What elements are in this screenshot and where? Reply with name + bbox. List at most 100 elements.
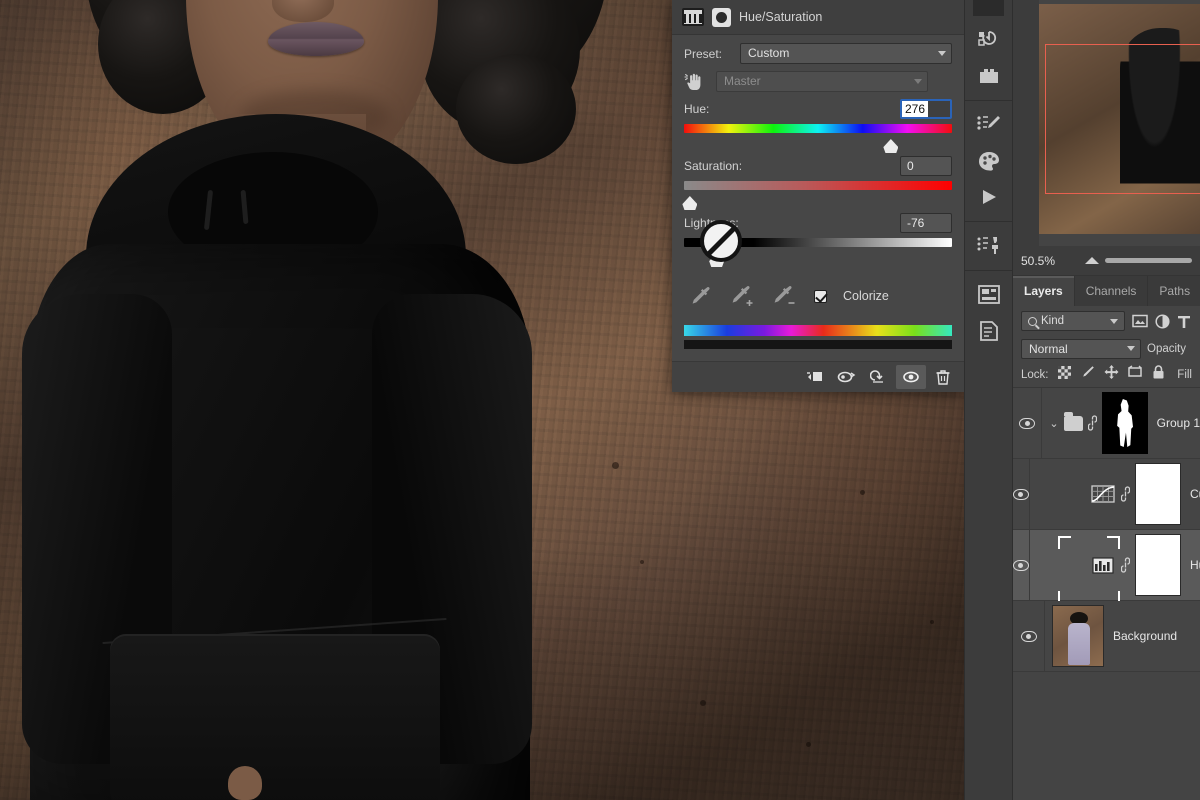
panel-header: Hue/Saturation [672,0,964,35]
opacity-label: Opacity [1147,343,1186,355]
lightness-value-input[interactable]: -76 [900,213,952,233]
blend-mode-dropdown[interactable]: Normal [1021,339,1141,359]
lock-label: Lock: [1021,369,1049,381]
blend-mode-value[interactable]: Normal [1021,339,1141,359]
toggle-layer-visibility-button[interactable] [896,365,926,389]
eye-icon [1019,418,1035,429]
eye-icon [1013,560,1029,571]
white-layer-mask[interactable] [1135,463,1181,525]
layer-visibility-toggle[interactable] [1013,601,1045,671]
zoom-slider-track[interactable] [1105,258,1192,263]
filter-type-icon[interactable] [1177,314,1191,329]
colorize-label: Colorize [843,289,889,303]
clone-source-panel-icon[interactable] [965,228,1013,264]
panel-footer-toolbar [672,361,964,392]
adjustment-properties-icon [682,8,704,26]
reset-adjustment-button[interactable] [864,365,894,389]
filter-kind-label: Kind [1041,315,1064,327]
layer-list[interactable]: ⌄ Group 1 [1013,387,1200,672]
channel-dropdown[interactable]: Master [716,71,928,92]
saturation-value-input[interactable]: 0 [900,156,952,176]
hue-spectrum-bar-bottom[interactable] [684,340,952,349]
eyedropper-sample-icon[interactable] [688,285,714,307]
thumbnail-body [1068,623,1090,665]
clip-to-layer-icon[interactable] [712,8,731,27]
tab-channels[interactable]: Channels [1075,276,1149,306]
table-row[interactable]: Hu [1013,530,1200,601]
layer-name[interactable]: Cu [1190,487,1200,501]
adobe-stock-panel-icon[interactable] [965,58,1013,94]
table-row[interactable]: Cu [1013,459,1200,530]
rail-top-strip [973,0,1004,16]
layer-visibility-toggle[interactable] [1013,459,1030,529]
libraries-panel-icon[interactable] [965,277,1013,313]
zoom-mountain-icon [1085,257,1099,264]
saturation-slider-track[interactable] [684,181,952,190]
hue-slider-thumb[interactable] [883,139,898,153]
lock-all-icon[interactable] [1152,365,1165,385]
swatches-panel-icon[interactable] [965,143,1013,179]
zoom-slider-bar[interactable]: 50.5% [1013,246,1200,276]
table-row[interactable]: ⌄ Group 1 [1013,388,1200,459]
layer-name[interactable]: Background [1113,629,1177,643]
eyedropper-subtract-icon[interactable] [772,285,798,307]
layer-filter-row: Kind [1013,306,1200,336]
hue-value-input[interactable]: 276 [900,99,952,119]
history-panel-icon[interactable] [965,22,1013,58]
hue-label: Hue: [684,102,709,116]
layer-name[interactable]: Hu [1190,558,1200,572]
layer-visibility-toggle[interactable] [1013,388,1042,458]
on-image-adjustment-hand-icon[interactable] [684,72,708,92]
link-icon[interactable] [1121,486,1130,502]
no-entry-cursor [700,220,742,262]
white-layer-mask[interactable] [1135,534,1181,596]
group-layer-mask-thumbnail[interactable] [1102,392,1148,454]
panel-tab-bar[interactable]: Layers Channels Paths [1013,276,1200,306]
link-icon[interactable] [1088,415,1097,431]
navigator-viewbox[interactable] [1045,44,1200,194]
person-silhouette-mask [1114,399,1136,447]
zoom-level-value[interactable]: 50.5% [1013,254,1077,268]
layers-panel[interactable]: 50.5% Layers Channels Paths Kind [1012,246,1200,800]
filter-adjustment-icon[interactable] [1155,314,1170,329]
colorize-checkbox[interactable] [814,290,827,303]
curves-adjustment-icon[interactable] [1090,484,1116,504]
filter-pixel-icon[interactable] [1132,314,1148,328]
layer-name[interactable]: Group 1 [1157,416,1200,430]
notes-panel-icon[interactable] [965,313,1013,349]
tab-paths[interactable]: Paths [1148,276,1200,306]
search-icon [1028,317,1037,326]
preset-label: Preset: [684,47,732,61]
fill-label: Fill [1177,369,1192,381]
hue-slider-group: Hue: 276 [684,99,952,153]
brush-settings-panel-icon[interactable] [965,107,1013,143]
link-icon[interactable] [1121,557,1130,573]
lock-image-pixels-icon[interactable] [1080,365,1095,384]
saturation-slider-group: Saturation: 0 [684,156,952,210]
navigator-panel[interactable] [1012,0,1200,246]
eyedropper-add-icon[interactable] [730,285,756,307]
preset-dropdown[interactable]: Custom [740,43,952,64]
chevron-down-icon[interactable]: ⌄ [1049,417,1058,430]
table-row[interactable]: Background [1013,601,1200,672]
chevron-down-icon [1110,319,1118,324]
timeline-play-panel-icon[interactable] [965,179,1013,215]
eye-icon [1021,631,1037,642]
filter-kind-dropdown[interactable]: Kind [1021,311,1125,331]
channel-value[interactable]: Master [716,71,928,92]
layer-visibility-toggle[interactable] [1013,530,1030,600]
saturation-slider-thumb[interactable] [682,196,697,210]
tab-layers[interactable]: Layers [1013,276,1075,306]
hue-saturation-properties-panel[interactable]: Hue/Saturation Preset: Custom Mast [672,0,964,392]
preset-value[interactable]: Custom [740,43,952,64]
lock-position-icon[interactable] [1104,365,1119,385]
clip-to-layer-button[interactable] [800,365,830,389]
delete-adjustment-layer-button[interactable] [928,365,958,389]
lock-artboard-icon[interactable] [1128,365,1143,384]
eye-icon [1013,489,1029,500]
hue-slider-track[interactable] [684,124,952,133]
toggle-previous-state-button[interactable] [832,365,862,389]
collapsed-panel-rail[interactable] [964,0,1012,800]
portrait-thumbnail[interactable] [1052,605,1104,667]
lock-transparent-pixels-icon[interactable] [1058,366,1071,384]
